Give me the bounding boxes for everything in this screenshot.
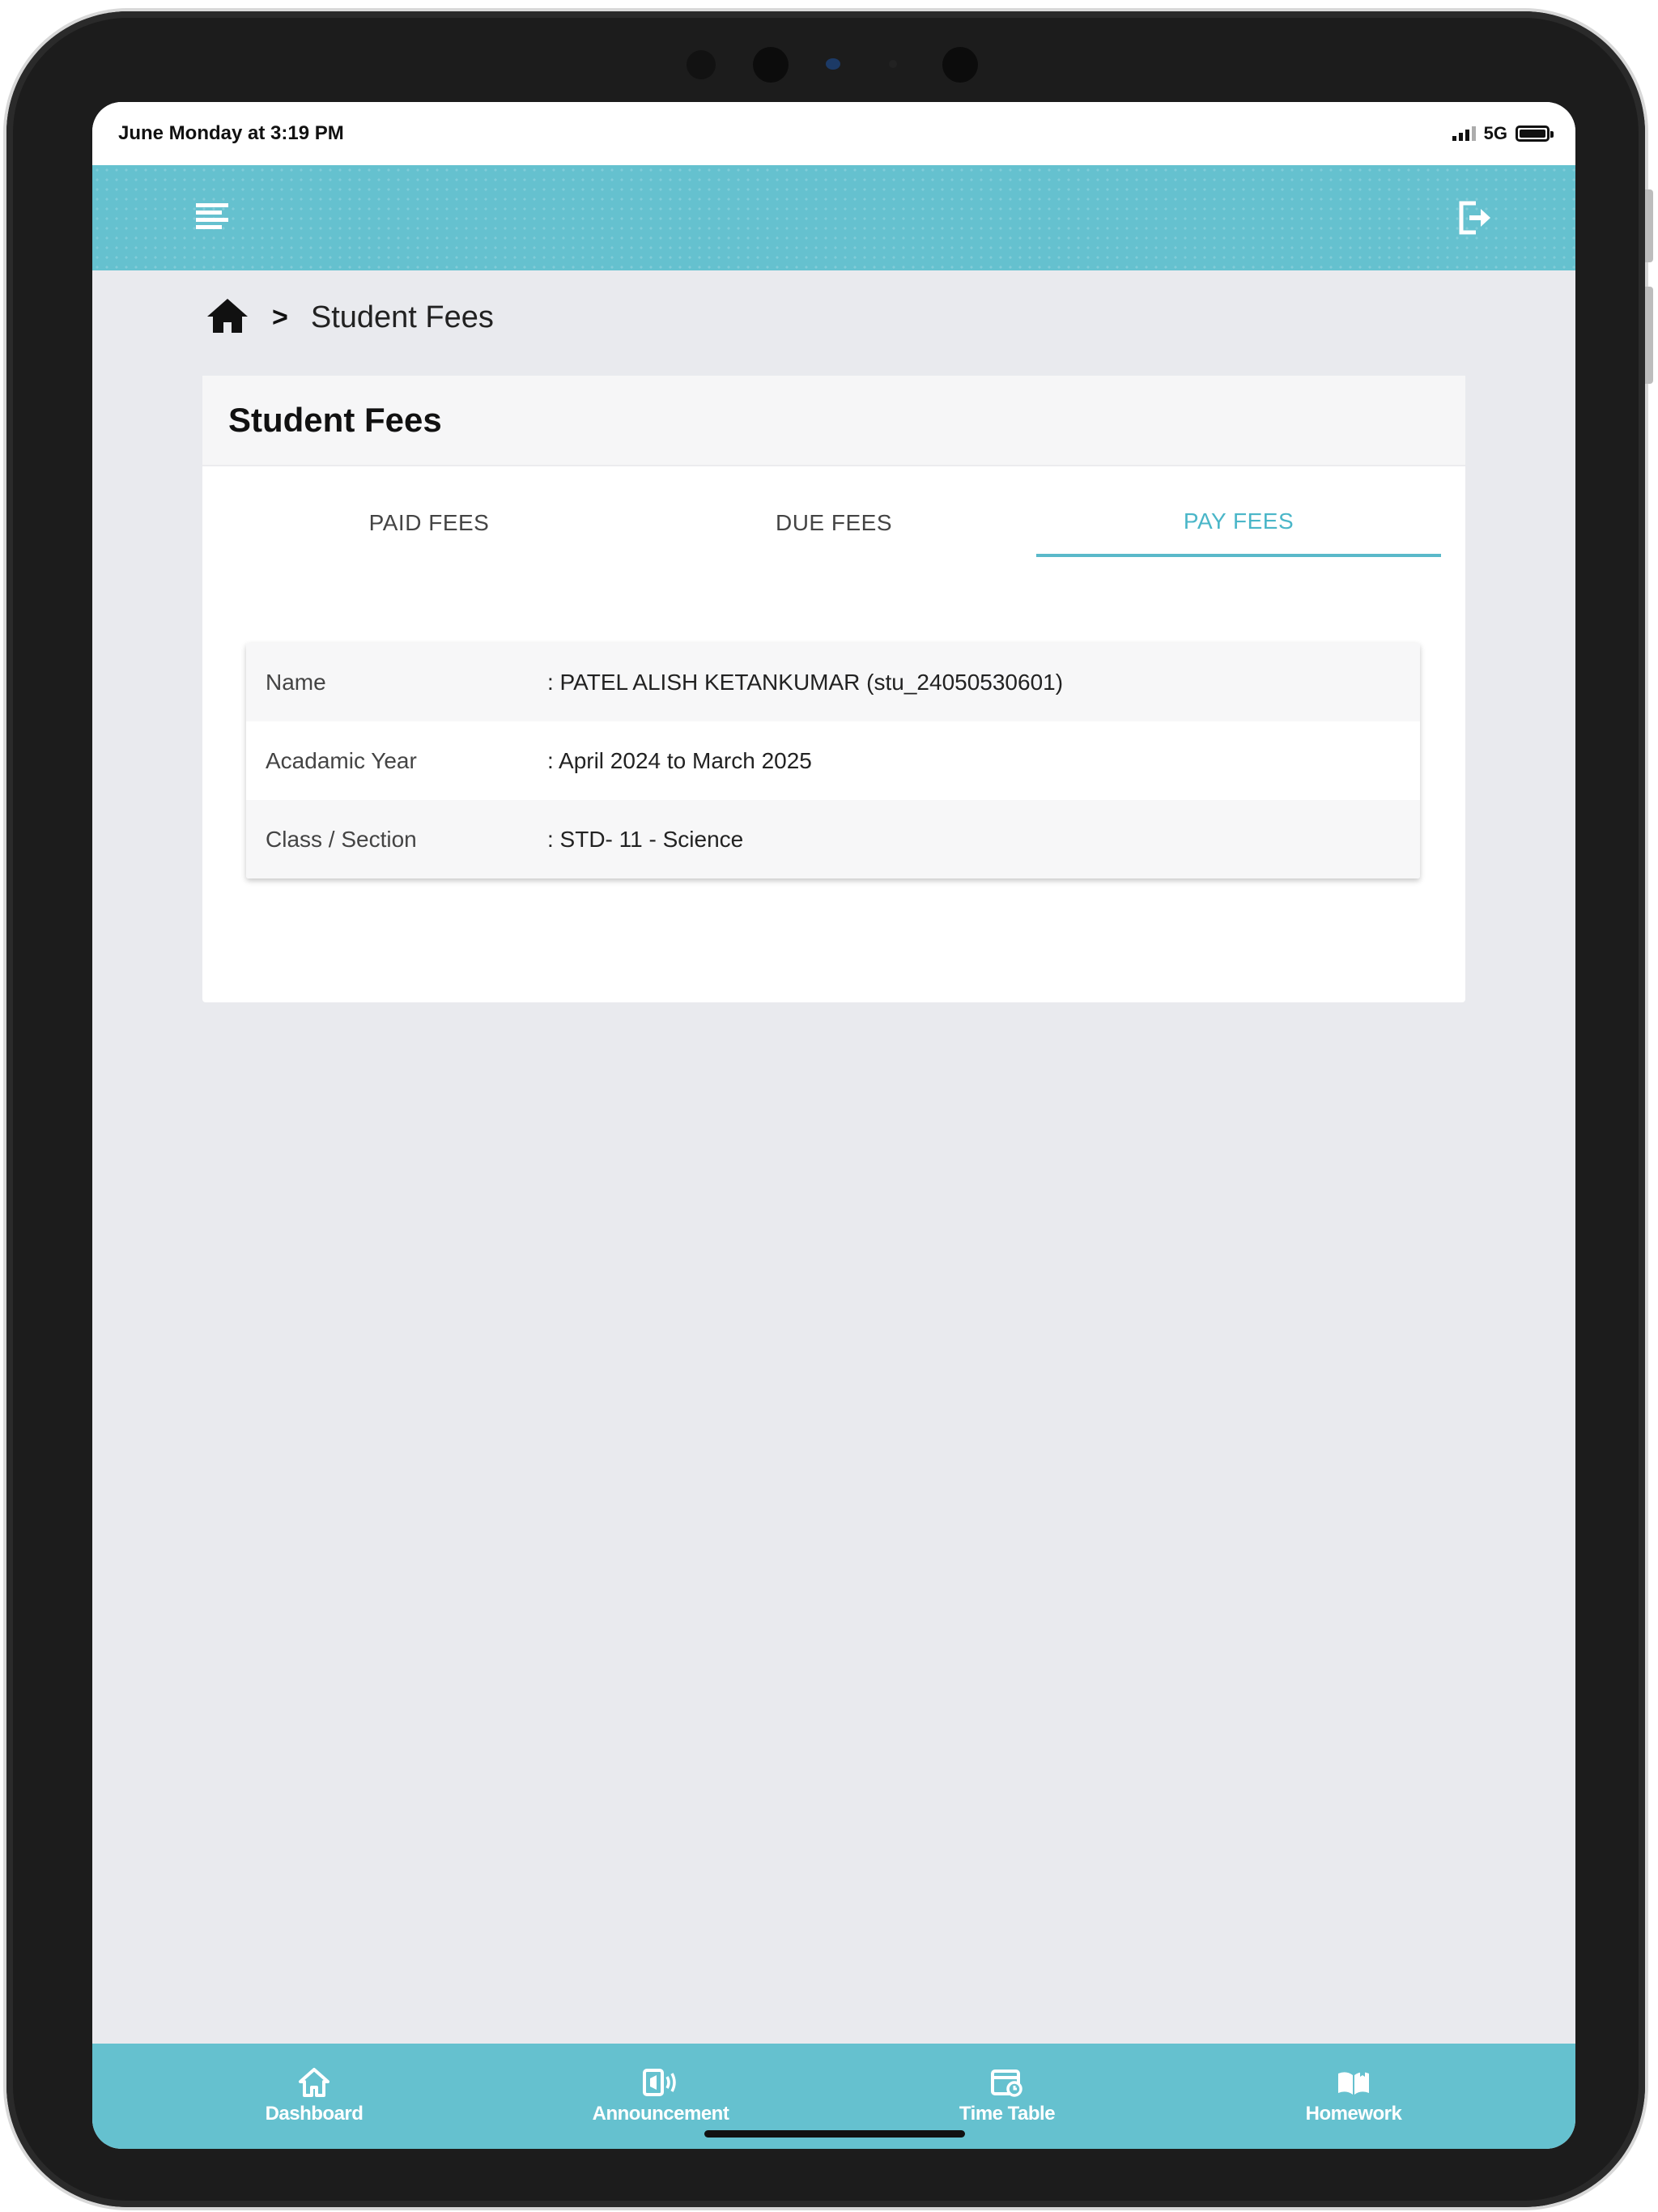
tab-paid-fees[interactable]: PAID FEES: [227, 489, 631, 557]
timetable-icon: [991, 2069, 1022, 2097]
network-label: 5G: [1483, 123, 1507, 143]
nav-label: Dashboard: [265, 2103, 363, 2125]
info-row-class-section: Class / Section : STD- 11 - Science: [246, 800, 1420, 878]
nav-time-table[interactable]: Time Table: [902, 2067, 1112, 2125]
info-label: Class / Section: [266, 826, 417, 852]
nav-homework[interactable]: Homework: [1248, 2067, 1459, 2125]
battery-icon: [1516, 125, 1554, 142]
tab-due-fees[interactable]: DUE FEES: [631, 489, 1036, 557]
fees-tabs: PAID FEES DUE FEES PAY FEES: [227, 489, 1441, 557]
nav-announcement[interactable]: Announcement: [555, 2067, 766, 2125]
info-value: : April 2024 to March 2025: [547, 747, 812, 773]
homework-icon: [1338, 2069, 1369, 2095]
side-button: [1645, 287, 1653, 384]
menu-icon: [196, 203, 228, 229]
status-indicators: 5G: [1452, 123, 1554, 144]
sensor-icon: [889, 60, 897, 68]
student-fees-card: Student Fees PAID FEES DUE FEES PAY FEES…: [202, 376, 1465, 1002]
breadcrumb: > Student Fees: [206, 295, 494, 340]
info-value: : PATEL ALISH KETANKUMAR (stu_2405053060…: [547, 669, 1064, 695]
sensor-icon: [826, 58, 840, 70]
status-bar: June Monday at 3:19 PM 5G: [92, 102, 1575, 165]
card-header: Student Fees: [202, 376, 1465, 466]
logout-button[interactable]: [1452, 195, 1498, 240]
camera-icon: [753, 47, 789, 83]
camera-icon: [942, 47, 978, 83]
info-label: Acadamic Year: [266, 747, 417, 773]
nav-label: Homework: [1305, 2103, 1402, 2125]
nav-dashboard[interactable]: Dashboard: [209, 2067, 419, 2125]
bottom-nav: Dashboard Announcement Time Table Homewo…: [92, 2044, 1575, 2149]
nav-label: Time Table: [959, 2103, 1056, 2125]
info-row-name: Name : PATEL ALISH KETANKUMAR (stu_24050…: [246, 643, 1420, 721]
breadcrumb-current: Student Fees: [310, 300, 494, 334]
volume-button: [1645, 189, 1653, 262]
nav-label: Announcement: [592, 2103, 729, 2125]
logout-icon: [1459, 201, 1490, 235]
app-screen: June Monday at 3:19 PM 5G > Student Fees…: [92, 102, 1575, 2149]
sensor-icon: [687, 50, 716, 79]
dashboard-icon: [299, 2068, 329, 2097]
tablet-frame: June Monday at 3:19 PM 5G > Student Fees…: [6, 11, 1653, 2207]
info-value: : STD- 11 - Science: [547, 826, 744, 852]
home-indicator[interactable]: [704, 2130, 965, 2138]
info-label: Name: [266, 669, 326, 695]
home-icon[interactable]: [206, 297, 249, 338]
status-time: June Monday at 3:19 PM: [118, 122, 344, 144]
app-bar: [92, 165, 1575, 270]
camera-bar: [6, 36, 1645, 84]
tab-pay-fees[interactable]: PAY FEES: [1036, 489, 1441, 557]
student-info-table: Name : PATEL ALISH KETANKUMAR (stu_24050…: [246, 643, 1420, 878]
signal-icon: [1452, 126, 1476, 141]
menu-button[interactable]: [189, 195, 235, 240]
announcement-icon: [643, 2069, 676, 2096]
breadcrumb-separator: >: [272, 301, 288, 333]
info-row-academic-year: Acadamic Year : April 2024 to March 2025: [246, 721, 1420, 800]
card-title: Student Fees: [228, 401, 442, 439]
